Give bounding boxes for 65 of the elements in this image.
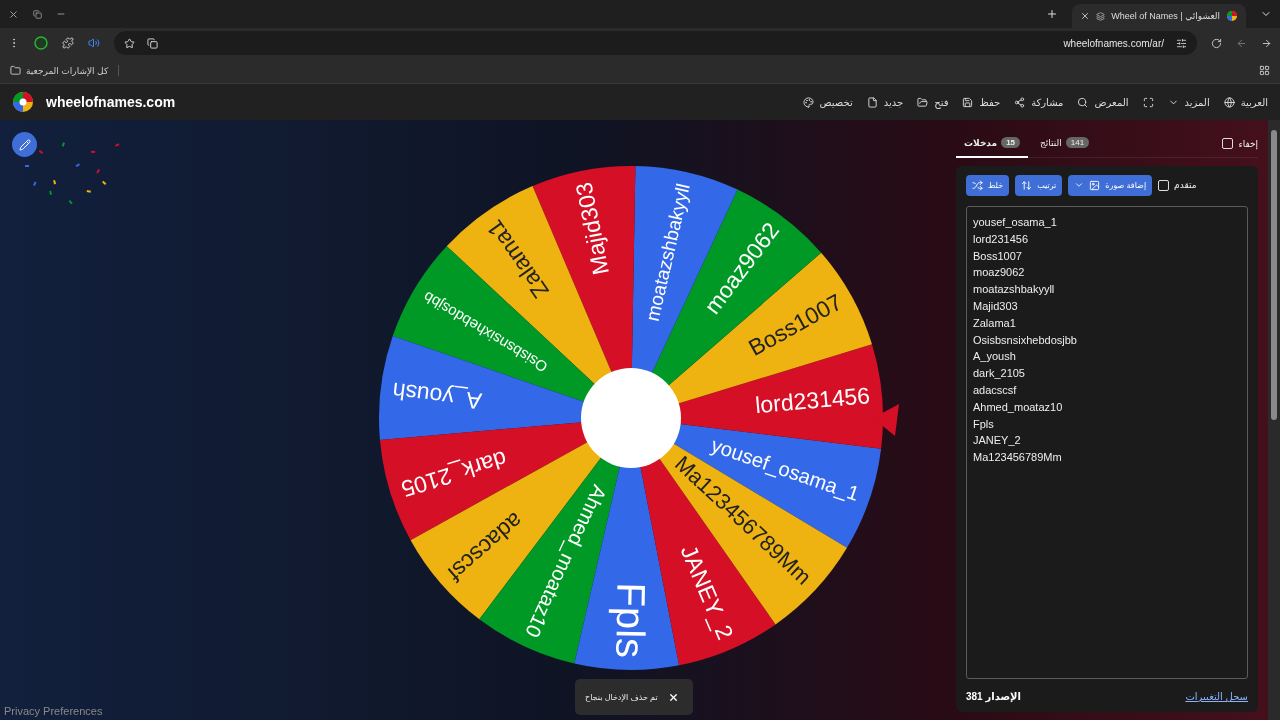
slice-label: lord231456 xyxy=(754,382,872,419)
edit-button[interactable] xyxy=(12,132,37,157)
site-logo: wheelofnames.com xyxy=(46,94,176,110)
toast-message: تم حذف الإدخال بنجاح xyxy=(585,692,658,702)
caret-icon xyxy=(1074,180,1085,190)
scrollbar[interactable] xyxy=(1268,120,1280,720)
menu-item[interactable]: المعرض xyxy=(1077,96,1129,108)
slice-label: A_yoush xyxy=(390,377,483,415)
menu-item[interactable]: مشاركة xyxy=(1014,96,1064,108)
address-bar[interactable]: wheelofnames.com/ar/ xyxy=(114,31,1197,55)
logo-icon xyxy=(12,91,34,113)
checkbox-label: متقدم xyxy=(1174,180,1197,190)
share-icon xyxy=(1014,96,1026,108)
apps-icon[interactable] xyxy=(1259,65,1270,76)
close-icon[interactable] xyxy=(8,8,19,20)
menu-item[interactable]: تخصيص xyxy=(802,96,853,108)
file-icon xyxy=(866,96,878,108)
folder-icon xyxy=(10,65,21,76)
forward-icon[interactable] xyxy=(1261,37,1272,49)
close-icon[interactable] xyxy=(668,691,679,703)
toolbar-button[interactable]: ترتيب xyxy=(1015,174,1063,196)
palette-icon xyxy=(802,96,814,108)
shuffle-icon xyxy=(972,179,983,191)
favicon-icon xyxy=(1226,10,1238,22)
privacy-link[interactable]: Privacy Preferences xyxy=(4,705,103,717)
image-icon xyxy=(1089,179,1101,191)
reload-icon[interactable] xyxy=(1211,37,1222,49)
extensions-icon[interactable] xyxy=(62,37,74,49)
sound-icon[interactable] xyxy=(88,37,100,49)
tab-title: Wheel of Names | العشوائي xyxy=(1111,11,1220,21)
extension-icon[interactable] xyxy=(34,36,48,50)
menu-item[interactable]: فتح xyxy=(917,96,949,108)
menu-item[interactable]: المزيد xyxy=(1167,96,1210,108)
slice-label: Fpls xyxy=(608,582,654,659)
menu-item[interactable]: العربية xyxy=(1223,96,1268,108)
star-icon[interactable] xyxy=(124,37,135,49)
tab-group-icon xyxy=(1096,11,1106,21)
menu-item[interactable]: جديد xyxy=(866,96,904,108)
entries-field[interactable]: yousef_osama_1 lord231456 Boss1007 moaz9062 moatazshbakyyll Majid303 Zalama1 Osisbsnsixhebdosjbb A_yoush dark_2105 adacscsf Ahmed_moataz10 Fpls JANEY_2 Ma123456789Mm xyxy=(966,206,1248,679)
close-icon[interactable] xyxy=(1080,11,1091,21)
back-icon[interactable] xyxy=(1236,37,1247,49)
folder-icon xyxy=(917,96,929,108)
globe-icon xyxy=(1223,96,1235,108)
bookmarks-folder[interactable]: كل الإشارات المرجعية xyxy=(10,65,120,76)
restore-icon[interactable] xyxy=(33,9,42,19)
browser-tab[interactable]: Wheel of Names | العشوائي xyxy=(1072,4,1246,28)
sort-icon xyxy=(1021,179,1033,191)
search-icon xyxy=(1077,96,1089,108)
slice-label: Majid303 xyxy=(570,180,614,277)
toolbar-button[interactable]: إضافة صورة xyxy=(1068,174,1153,196)
checkbox-label: إخفاء xyxy=(1238,138,1258,149)
install-icon[interactable] xyxy=(147,37,158,49)
checkbox[interactable] xyxy=(1158,179,1170,191)
fullscreen-icon xyxy=(1142,96,1154,108)
toolbar-button[interactable]: خلط xyxy=(966,174,1010,196)
pencil-icon xyxy=(18,138,31,151)
menu-item[interactable] xyxy=(1142,96,1154,108)
new-tab-icon[interactable] xyxy=(1046,8,1059,20)
save-icon xyxy=(962,96,974,108)
menu-item[interactable]: حفظ xyxy=(962,96,1001,108)
url-text: wheelofnames.com/ar/ xyxy=(1063,37,1164,49)
version-text: الإصدار 381 xyxy=(966,691,1021,702)
changelog-link[interactable]: سجل التغييرات xyxy=(1185,691,1248,702)
site-settings-icon[interactable] xyxy=(1176,37,1187,49)
checkbox[interactable] xyxy=(1222,138,1234,149)
